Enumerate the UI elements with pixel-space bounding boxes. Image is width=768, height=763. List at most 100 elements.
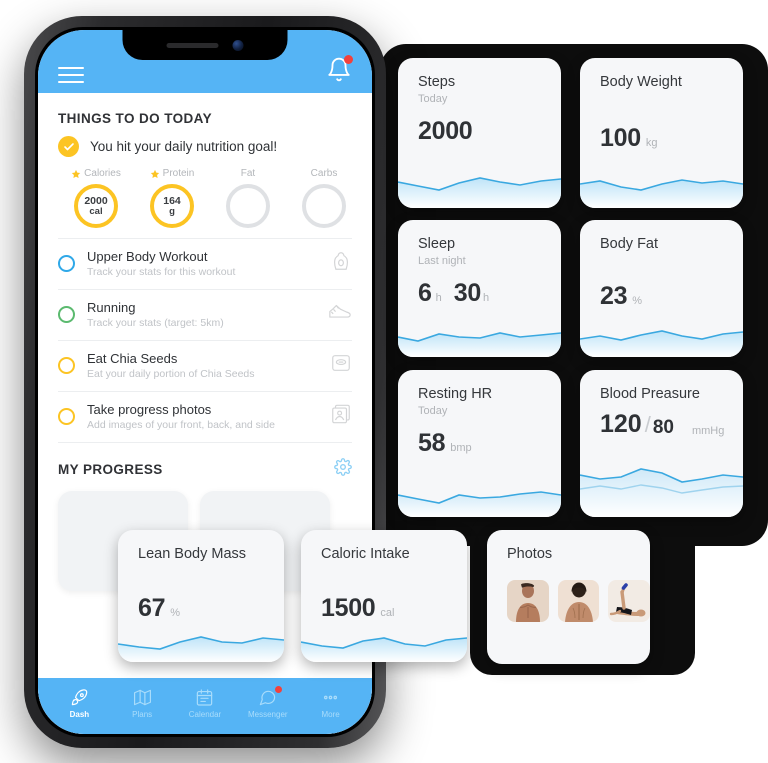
macro-ring (226, 184, 270, 228)
card-title: Lean Body Mass (138, 546, 247, 562)
macro-fat[interactable]: Fat (220, 168, 276, 228)
task-take-progress-photos[interactable]: Take progress photos Add images of your … (58, 391, 352, 442)
nutrition-goal-row: You hit your daily nutrition goal! (58, 132, 352, 159)
card-title: Sleep (418, 236, 456, 252)
card-subtitle: Today (418, 93, 448, 105)
front-torso-photo[interactable] (507, 580, 549, 622)
gear-icon[interactable] (334, 458, 352, 481)
task-title: Upper Body Workout (87, 249, 208, 264)
card-photos[interactable]: Photos (487, 530, 650, 664)
notification-bell-icon[interactable] (326, 55, 353, 83)
calendar-icon (197, 688, 213, 706)
card-body-fat[interactable]: Body Fat 23 % (580, 220, 743, 357)
notification-badge (344, 55, 353, 64)
ellipsis-icon (324, 695, 338, 699)
my-progress-header: MY PROGRESS (58, 442, 352, 491)
card-title: Resting HR (418, 386, 493, 402)
nav-item-plans[interactable]: Plans (114, 688, 170, 719)
front-camera (232, 39, 244, 51)
macro-label-wrap: Fat (220, 168, 276, 179)
back-view-photo[interactable] (557, 580, 600, 622)
sparkline-chart (580, 468, 743, 517)
sleep-hours: 6 (418, 279, 432, 307)
card-title: Steps (418, 74, 456, 90)
messenger-badge (274, 685, 282, 693)
map-icon (133, 689, 151, 705)
card-value: 2000 (418, 117, 473, 145)
macro-ring: 164 g (150, 184, 194, 228)
card-unit: kg (645, 137, 658, 149)
card-value-row: 23 % (580, 252, 743, 311)
nav-label: Plans (132, 709, 153, 719)
task-subtitle: Track your stats (target: 5km) (87, 317, 224, 329)
nutrition-goal-text: You hit your daily nutrition goal! (90, 139, 278, 154)
hamburger-menu-icon[interactable] (58, 67, 84, 83)
card-caloric-intake[interactable]: Caloric Intake 1500 cal (301, 530, 467, 662)
task-checkbox[interactable] (58, 306, 75, 323)
card-subtitle: Today (418, 405, 448, 417)
check-circle-icon (58, 136, 79, 157)
card-resting-hr[interactable]: Resting HR Today 58 bmp (398, 370, 561, 517)
card-blood-pressure[interactable]: Blood Preasure 120 / 80 mmHg (580, 370, 743, 517)
card-value-row: 1500 cal (301, 562, 467, 623)
task-subtitle: Eat your daily portion of Chia Seeds (87, 368, 255, 380)
card-unit: mmHg (691, 425, 725, 437)
phone-notch (122, 30, 288, 60)
star-icon (150, 169, 159, 178)
nav-item-calendar[interactable]: Calendar (177, 688, 233, 719)
exercise-pose-photo[interactable] (608, 580, 650, 622)
card-title: Blood Preasure (600, 386, 700, 402)
diastolic-value: 80 (652, 417, 674, 438)
task-title: Running (87, 300, 136, 315)
card-steps[interactable]: Steps Today 2000 (398, 58, 561, 208)
macro-label: Calories (84, 168, 121, 179)
task-eat-chia-seeds[interactable]: Eat Chia Seeds Eat your daily portion of… (58, 340, 352, 391)
task-body: Eat Chia Seeds Eat your daily portion of… (87, 351, 318, 380)
macro-ring: 2000 cal (74, 184, 118, 228)
macro-unit: cal (89, 205, 103, 217)
card-value-row: 6 h 30 h (398, 267, 561, 308)
task-upper-body-workout[interactable]: Upper Body Workout Track your stats for … (58, 238, 352, 289)
sleep-minutes: 30 (453, 279, 482, 307)
task-checkbox[interactable] (58, 255, 75, 272)
nav-item-messenger[interactable]: Messenger (240, 685, 296, 719)
card-title: Body Fat (600, 236, 659, 252)
card-value: 23 (600, 282, 628, 310)
sleep-hours-unit: h (435, 292, 442, 304)
earpiece-speaker (166, 42, 219, 48)
nav-item-dash[interactable]: Dash (51, 688, 107, 719)
macro-label: Protein (162, 168, 195, 179)
task-checkbox[interactable] (58, 357, 75, 374)
photos-stack-icon (330, 403, 352, 430)
macro-calories[interactable]: Calories 2000 cal (68, 168, 124, 228)
card-sleep[interactable]: Sleep Last night 6 h 30 h (398, 220, 561, 357)
macro-value: 164 (163, 194, 181, 207)
macro-rings: Calories 2000 cal Protein 164 g Fat Carb… (58, 159, 352, 232)
weight-scale-icon (330, 352, 352, 379)
sparkline-chart (301, 637, 467, 662)
card-value-row: 67 % (118, 562, 284, 623)
nav-label: More (321, 709, 340, 719)
sparkline-chart (580, 330, 743, 357)
nav-item-more[interactable]: More (303, 688, 359, 719)
card-value-row: 120 / 80 mmHg (580, 402, 743, 439)
task-title: Take progress photos (87, 402, 212, 417)
sparkline-chart (580, 179, 743, 208)
task-checkbox[interactable] (58, 408, 75, 425)
card-body-weight[interactable]: Body Weight 100 kg (580, 58, 743, 208)
card-lean-body-mass[interactable]: Lean Body Mass 67 % (118, 530, 284, 662)
task-subtitle: Track your stats for this workout (87, 266, 236, 278)
macro-carbs[interactable]: Carbs (296, 168, 352, 228)
macro-protein[interactable]: Protein 164 g (144, 168, 200, 228)
photo-thumbnails (487, 562, 650, 622)
task-subtitle: Add images of your front, back, and side (87, 419, 275, 431)
card-value: 100 (600, 124, 641, 152)
task-running[interactable]: Running Track your stats (target: 5km) (58, 289, 352, 340)
task-body: Upper Body Workout Track your stats for … (87, 249, 318, 278)
star-icon (71, 169, 81, 178)
nav-label: Calendar (188, 709, 222, 719)
task-list: Upper Body Workout Track your stats for … (58, 238, 352, 442)
macro-label: Carbs (310, 168, 338, 179)
card-value-row: 100 kg (580, 90, 743, 153)
bottom-navigation: Dash Plans Calendar Messenger More (38, 678, 372, 734)
